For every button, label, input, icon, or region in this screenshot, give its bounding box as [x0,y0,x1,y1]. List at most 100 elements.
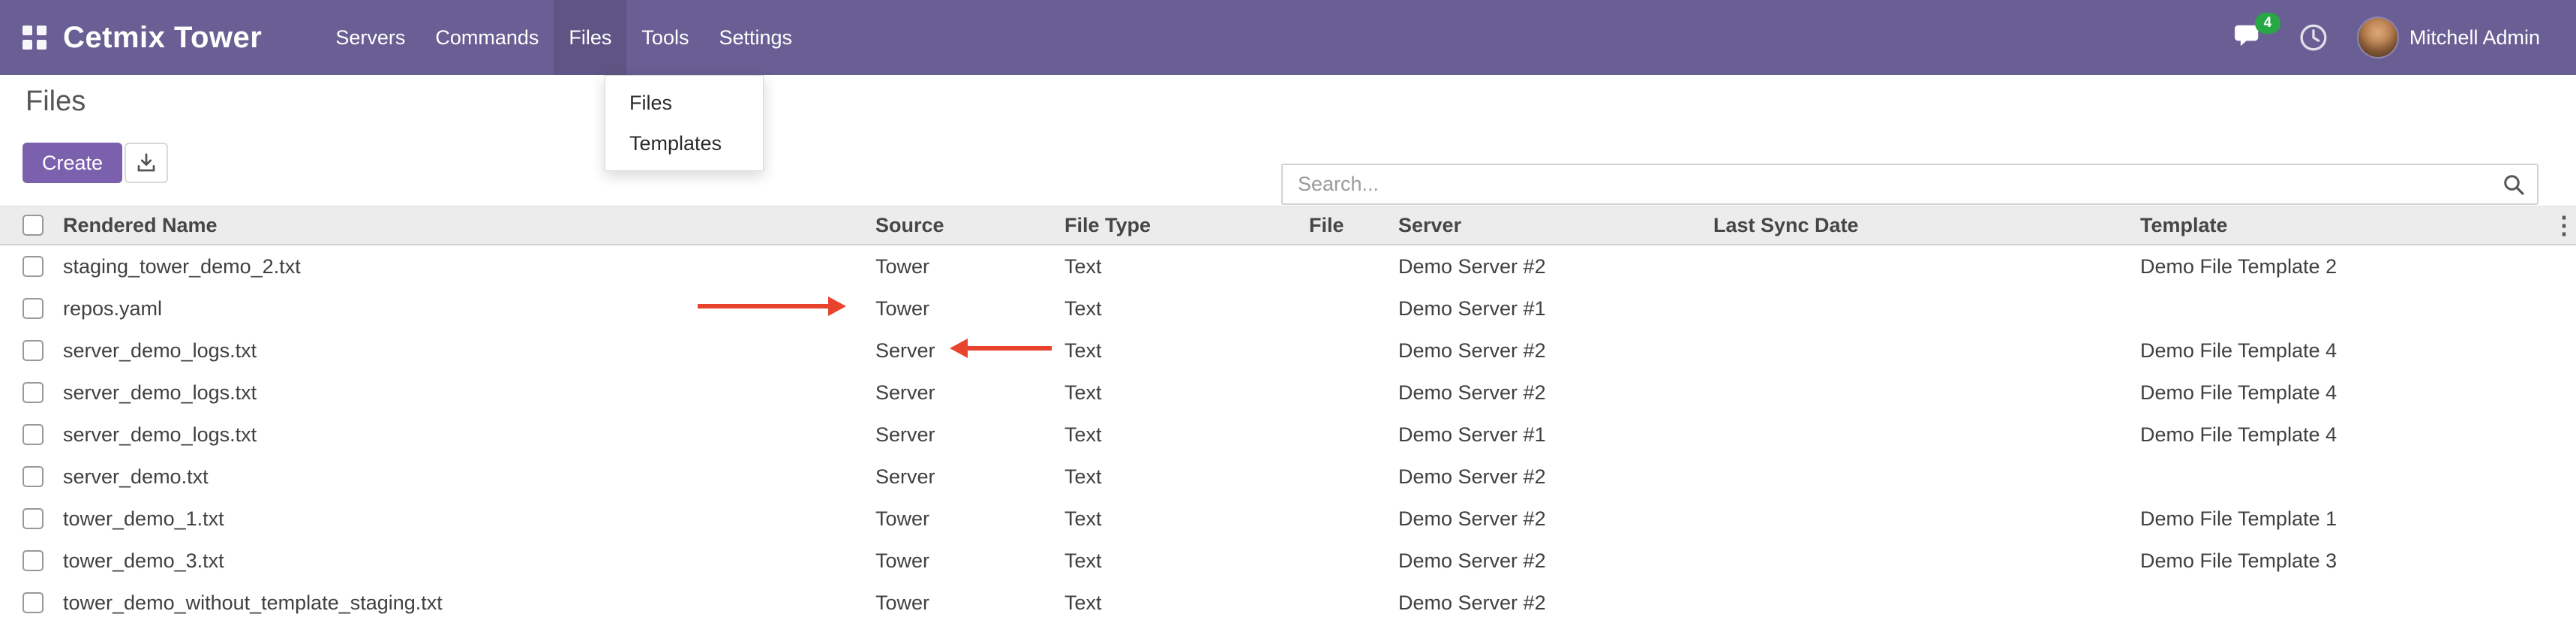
row-checkbox[interactable] [23,340,44,361]
search-box [1281,164,2538,205]
annotation-arrow-right [698,304,830,308]
table-header-row: Rendered Name Source File Type File Serv… [0,206,2576,245]
table-row[interactable]: tower_demo_without_template_staging.txtT… [0,582,2576,624]
row-checkbox[interactable] [23,508,44,529]
user-menu[interactable]: Mitchell Admin [2409,26,2540,50]
row-checkbox[interactable] [23,256,44,277]
cell-template: Demo File Template 3 [2131,540,2552,582]
row-checkbox[interactable] [23,298,44,319]
row-checkbox[interactable] [23,550,44,571]
messages-button[interactable]: 4 [2234,23,2265,52]
cell-last-sync-date [1704,287,2131,330]
cell-rendered-name: server_demo_logs.txt [54,414,866,456]
table-row[interactable]: tower_demo_1.txtTowerTextDemo Server #2D… [0,498,2576,540]
cell-last-sync-date [1704,414,2131,456]
cell-end-spacer [2552,372,2576,414]
cell-rendered-name: server_demo_logs.txt [54,372,866,414]
table-row[interactable]: server_demo_logs.txtServerTextDemo Serve… [0,330,2576,372]
cell-file-type: Text [1055,540,1300,582]
cell-end-spacer [2552,414,2576,456]
cell-end-spacer [2552,498,2576,540]
row-checkbox[interactable] [23,466,44,487]
table-row[interactable]: server_demo_logs.txtServerTextDemo Serve… [0,372,2576,414]
row-checkbox[interactable] [23,424,44,445]
column-options-icon[interactable]: ⋮ [2552,212,2576,239]
cell-file-type: Text [1055,582,1300,624]
table-row[interactable]: server_demo_logs.txtServerTextDemo Serve… [0,414,2576,456]
cell-last-sync-date [1704,372,2131,414]
table-row[interactable]: staging_tower_demo_2.txtTowerTextDemo Se… [0,245,2576,287]
top-navbar: Cetmix Tower Servers Commands Files Tool… [0,0,2576,75]
table-row[interactable]: server_demo.txtServerTextDemo Server #2 [0,456,2576,498]
cell-last-sync-date [1704,456,2131,498]
cell-source: Tower [866,540,1055,582]
row-checkbox[interactable] [23,592,44,613]
cell-rendered-name: staging_tower_demo_2.txt [54,245,866,287]
cetmix-tower-app: Cetmix Tower Servers Commands Files Tool… [0,0,2576,626]
nav-item-commands[interactable]: Commands [420,0,554,75]
nav-item-files[interactable]: Files [554,0,626,75]
cell-template [2131,456,2552,498]
cell-server: Demo Server #2 [1389,330,1704,372]
cell-end-spacer [2552,456,2576,498]
table-row[interactable]: repos.yamlTowerTextDemo Server #1 [0,287,2576,330]
cell-last-sync-date [1704,498,2131,540]
dropdown-item-templates[interactable]: Templates [605,123,763,164]
cell-server: Demo Server #2 [1389,245,1704,287]
download-button[interactable] [125,143,168,183]
cell-source: Tower [866,498,1055,540]
activities-button[interactable] [2298,23,2328,53]
cell-file-type: Text [1055,372,1300,414]
dropdown-item-files[interactable]: Files [605,83,763,123]
column-header-last-sync-date[interactable]: Last Sync Date [1704,206,2131,245]
cell-rendered-name: tower_demo_1.txt [54,498,866,540]
column-header-template[interactable]: Template [2131,206,2552,245]
files-menu-dropdown: Files Templates [605,75,764,171]
files-table-body: staging_tower_demo_2.txtTowerTextDemo Se… [0,245,2576,624]
cell-file [1300,456,1389,498]
cell-end-spacer [2552,287,2576,330]
column-header-file-type[interactable]: File Type [1055,206,1300,245]
nav-item-tools[interactable]: Tools [626,0,704,75]
message-count-badge: 4 [2255,13,2280,34]
table-row[interactable]: tower_demo_3.txtTowerTextDemo Server #2D… [0,540,2576,582]
column-header-server[interactable]: Server [1389,206,1704,245]
select-all-checkbox[interactable] [23,215,44,236]
cell-file-type: Text [1055,498,1300,540]
nav-item-settings[interactable]: Settings [704,0,807,75]
cell-file [1300,372,1389,414]
column-header-rendered-name[interactable]: Rendered Name [54,206,866,245]
cell-file-type: Text [1055,414,1300,456]
create-button[interactable]: Create [23,143,122,183]
nav-item-servers[interactable]: Servers [320,0,420,75]
cell-end-spacer [2552,540,2576,582]
activities-clock-icon [2298,23,2328,53]
cell-template: Demo File Template 4 [2131,330,2552,372]
app-brand[interactable]: Cetmix Tower [63,21,262,55]
cell-last-sync-date [1704,582,2131,624]
cell-rendered-name: server_demo.txt [54,456,866,498]
cell-source: Tower [866,582,1055,624]
cell-file [1300,498,1389,540]
cell-template: Demo File Template 4 [2131,372,2552,414]
files-list-table: Rendered Name Source File Type File Serv… [0,206,2576,624]
cell-server: Demo Server #1 [1389,414,1704,456]
search-button[interactable] [2502,173,2525,196]
cell-server: Demo Server #2 [1389,498,1704,540]
cell-end-spacer [2552,245,2576,287]
search-input[interactable] [1283,165,2502,203]
column-header-source[interactable]: Source [866,206,1055,245]
cell-file [1300,414,1389,456]
row-checkbox[interactable] [23,382,44,403]
cell-rendered-name: server_demo_logs.txt [54,330,866,372]
column-header-file[interactable]: File [1300,206,1389,245]
user-avatar[interactable] [2358,18,2397,57]
cell-source: Server [866,372,1055,414]
cell-source: Tower [866,287,1055,330]
cell-file [1300,330,1389,372]
annotation-arrow-left [966,346,1052,351]
cell-end-spacer [2552,582,2576,624]
cell-last-sync-date [1704,330,2131,372]
apps-grid-icon[interactable] [23,26,47,50]
navbar-right: 4 Mitchell Admin [2201,18,2576,57]
